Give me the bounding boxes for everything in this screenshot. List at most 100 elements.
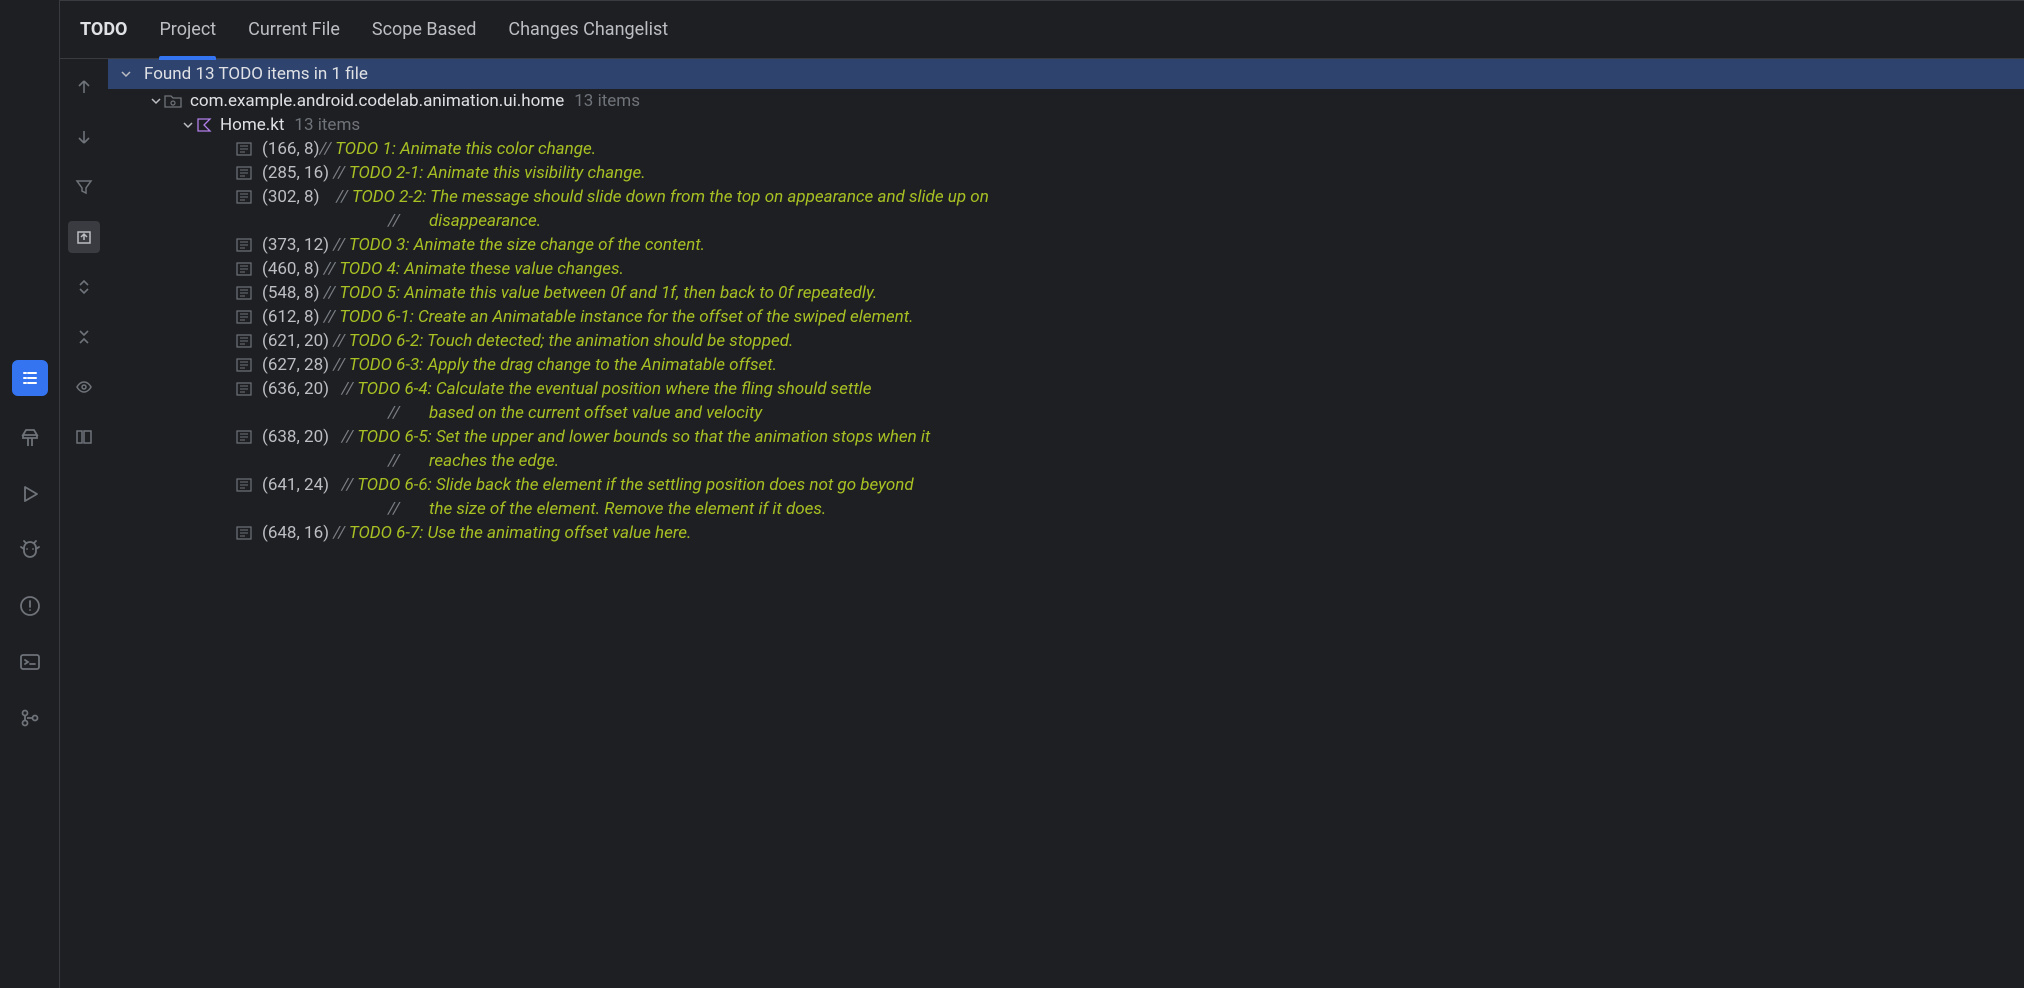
todo-item-row[interactable]: (612, 8) // TODO 6-1: Create an Animatab… bbox=[108, 305, 2024, 329]
file-name: Home.kt bbox=[220, 115, 284, 135]
todo-item-row[interactable]: (460, 8) // TODO 4: Animate these value … bbox=[108, 257, 2024, 281]
todo-content: Found 13 TODO items in 1 file com.exampl… bbox=[60, 59, 2024, 988]
location-text: (621, 20) bbox=[262, 331, 329, 351]
comment-prefix: // bbox=[388, 211, 429, 231]
code-line-icon bbox=[236, 310, 252, 324]
todo-item-row[interactable]: (285, 16) // TODO 2-1: Animate this visi… bbox=[108, 161, 2024, 185]
todo-item-row[interactable]: (627, 28) // TODO 6-3: Apply the drag ch… bbox=[108, 353, 2024, 377]
comment-prefix: // bbox=[320, 187, 352, 207]
code-line-icon bbox=[236, 142, 252, 156]
location-text: (641, 24) bbox=[262, 475, 329, 495]
package-count: 13 items bbox=[574, 91, 640, 111]
todo-panel: TODO Project Current File Scope Based Ch… bbox=[60, 0, 2024, 988]
todo-text: reaches the edge. bbox=[429, 451, 559, 471]
todo-tool-window-button[interactable] bbox=[12, 360, 48, 396]
code-line-icon bbox=[236, 262, 252, 276]
code-line-icon bbox=[236, 286, 252, 300]
comment-prefix: // bbox=[329, 163, 349, 183]
todo-item-row[interactable]: (638, 20) // TODO 6-5: Set the upper and… bbox=[108, 425, 2024, 449]
tab-current-file[interactable]: Current File bbox=[248, 1, 340, 59]
todo-toolbar bbox=[60, 59, 108, 988]
location-text: (636, 20) bbox=[262, 379, 329, 399]
todo-text: TODO 6-7: Use the animating offset value… bbox=[349, 523, 692, 543]
code-line-icon bbox=[236, 358, 252, 372]
tab-changes-changelist[interactable]: Changes Changelist bbox=[508, 1, 668, 59]
todo-item-row[interactable]: (548, 8) // TODO 5: Animate this value b… bbox=[108, 281, 2024, 305]
todo-text: disappearance. bbox=[429, 211, 541, 231]
previous-occurrence-button[interactable] bbox=[68, 71, 100, 103]
tree-root-row[interactable]: Found 13 TODO items in 1 file bbox=[108, 59, 2024, 89]
comment-prefix: // bbox=[320, 139, 336, 159]
todo-item-row[interactable]: (302, 8) // TODO 2-2: The message should… bbox=[108, 185, 2024, 209]
todo-text: TODO 6-4: Calculate the eventual positio… bbox=[357, 379, 871, 399]
build-tool-window-button[interactable] bbox=[16, 424, 44, 452]
code-line-icon bbox=[236, 478, 252, 492]
todo-text: TODO 5: Animate this value between 0f an… bbox=[339, 283, 877, 303]
code-line-icon bbox=[236, 382, 252, 396]
filter-button[interactable] bbox=[68, 171, 100, 203]
comment-prefix: // bbox=[388, 403, 429, 423]
code-line-icon bbox=[236, 190, 252, 204]
file-count: 13 items bbox=[294, 115, 360, 135]
todo-item-row[interactable]: (641, 24) // TODO 6-6: Slide back the el… bbox=[108, 473, 2024, 497]
comment-prefix: // bbox=[320, 307, 340, 327]
comment-prefix: // bbox=[388, 499, 429, 519]
code-line-icon bbox=[236, 430, 252, 444]
code-line-icon bbox=[236, 166, 252, 180]
comment-prefix: // bbox=[329, 427, 357, 447]
location-text: (638, 20) bbox=[262, 427, 329, 447]
code-line-icon bbox=[236, 334, 252, 348]
todo-item-row[interactable]: // disappearance. bbox=[108, 209, 2024, 233]
location-text: (460, 8) bbox=[262, 259, 320, 279]
preview-source-button[interactable] bbox=[68, 371, 100, 403]
location-text: (285, 16) bbox=[262, 163, 329, 183]
location-text: (612, 8) bbox=[262, 307, 320, 327]
todo-item-row[interactable]: (166, 8)// TODO 1: Animate this color ch… bbox=[108, 137, 2024, 161]
todo-item-row[interactable]: (636, 20) // TODO 6-4: Calculate the eve… bbox=[108, 377, 2024, 401]
comment-prefix: // bbox=[329, 523, 349, 543]
chevron-down-icon[interactable] bbox=[148, 95, 164, 107]
expand-all-button[interactable] bbox=[68, 271, 100, 303]
left-tool-strip bbox=[0, 0, 60, 988]
todo-tree[interactable]: Found 13 TODO items in 1 file com.exampl… bbox=[108, 59, 2024, 988]
comment-prefix: // bbox=[329, 235, 349, 255]
location-text: (627, 28) bbox=[262, 355, 329, 375]
location-text: (548, 8) bbox=[262, 283, 320, 303]
next-occurrence-button[interactable] bbox=[68, 121, 100, 153]
tab-scope-based[interactable]: Scope Based bbox=[372, 1, 476, 59]
run-tool-window-button[interactable] bbox=[16, 480, 44, 508]
problems-tool-window-button[interactable] bbox=[16, 592, 44, 620]
location-text: (302, 8) bbox=[262, 187, 320, 207]
todo-text: TODO 6-5: Set the upper and lower bounds… bbox=[357, 427, 930, 447]
todo-item-row[interactable]: (373, 12) // TODO 3: Animate the size ch… bbox=[108, 233, 2024, 257]
todo-text: TODO 3: Animate the size change of the c… bbox=[349, 235, 705, 255]
tab-project[interactable]: Project bbox=[159, 1, 216, 59]
logcat-tool-window-button[interactable] bbox=[16, 536, 44, 564]
group-by-button[interactable] bbox=[68, 421, 100, 453]
chevron-down-icon[interactable] bbox=[180, 119, 196, 131]
todo-text: TODO 6-3: Apply the drag change to the A… bbox=[349, 355, 777, 375]
root-summary-text: Found 13 TODO items in 1 file bbox=[144, 64, 368, 84]
terminal-tool-window-button[interactable] bbox=[16, 648, 44, 676]
todo-item-row[interactable]: // based on the current offset value and… bbox=[108, 401, 2024, 425]
autoscroll-to-source-button[interactable] bbox=[68, 221, 100, 253]
todo-item-row[interactable]: // the size of the element. Remove the e… bbox=[108, 497, 2024, 521]
comment-prefix: // bbox=[329, 475, 357, 495]
todo-text: based on the current offset value and ve… bbox=[429, 403, 762, 423]
package-row[interactable]: com.example.android.codelab.animation.ui… bbox=[108, 89, 2024, 113]
file-row[interactable]: Home.kt 13 items bbox=[108, 113, 2024, 137]
panel-title: TODO bbox=[80, 19, 127, 40]
vcs-tool-window-button[interactable] bbox=[16, 704, 44, 732]
chevron-down-icon[interactable] bbox=[118, 68, 134, 80]
collapse-all-button[interactable] bbox=[68, 321, 100, 353]
todo-text: the size of the element. Remove the elem… bbox=[429, 499, 826, 519]
todo-item-row[interactable]: (648, 16) // TODO 6-7: Use the animating… bbox=[108, 521, 2024, 545]
kotlin-file-icon bbox=[196, 117, 212, 133]
todo-text: TODO 6-2: Touch detected; the animation … bbox=[349, 331, 794, 351]
todo-item-row[interactable]: // reaches the edge. bbox=[108, 449, 2024, 473]
todo-text: TODO 6-6: Slide back the element if the … bbox=[357, 475, 913, 495]
todo-item-row[interactable]: (621, 20) // TODO 6-2: Touch detected; t… bbox=[108, 329, 2024, 353]
location-text: (373, 12) bbox=[262, 235, 329, 255]
package-name: com.example.android.codelab.animation.ui… bbox=[190, 91, 564, 111]
location-text: (648, 16) bbox=[262, 523, 329, 543]
